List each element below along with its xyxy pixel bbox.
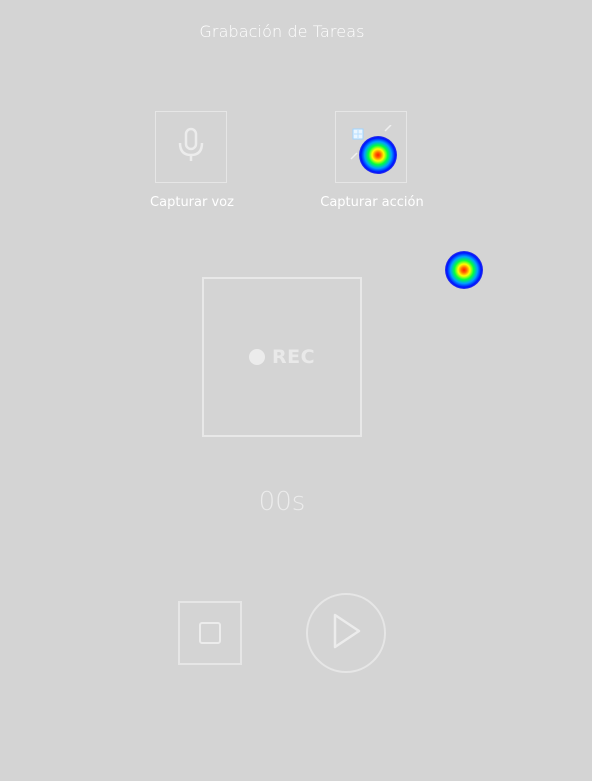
- record-dot-icon: [248, 349, 265, 365]
- stop-icon: [199, 622, 221, 644]
- capture-voice-button[interactable]: [155, 111, 227, 183]
- sparkle-cursor-icon: [349, 124, 393, 169]
- play-button[interactable]: [306, 593, 386, 673]
- play-icon: [329, 611, 363, 655]
- stop-button[interactable]: [178, 601, 242, 665]
- page-title: Grabación de Tareas: [199, 22, 365, 41]
- record-button[interactable]: REC: [202, 277, 362, 437]
- capture-voice-label: Capturar voz: [150, 195, 234, 210]
- record-label: REC: [271, 346, 316, 368]
- elapsed-timer: 00s: [258, 487, 306, 517]
- capture-action-label: Capturar acción: [320, 195, 424, 210]
- heatmap-hotspot: [445, 251, 483, 289]
- capture-action-button[interactable]: [335, 111, 407, 183]
- microphone-icon: [175, 127, 207, 167]
